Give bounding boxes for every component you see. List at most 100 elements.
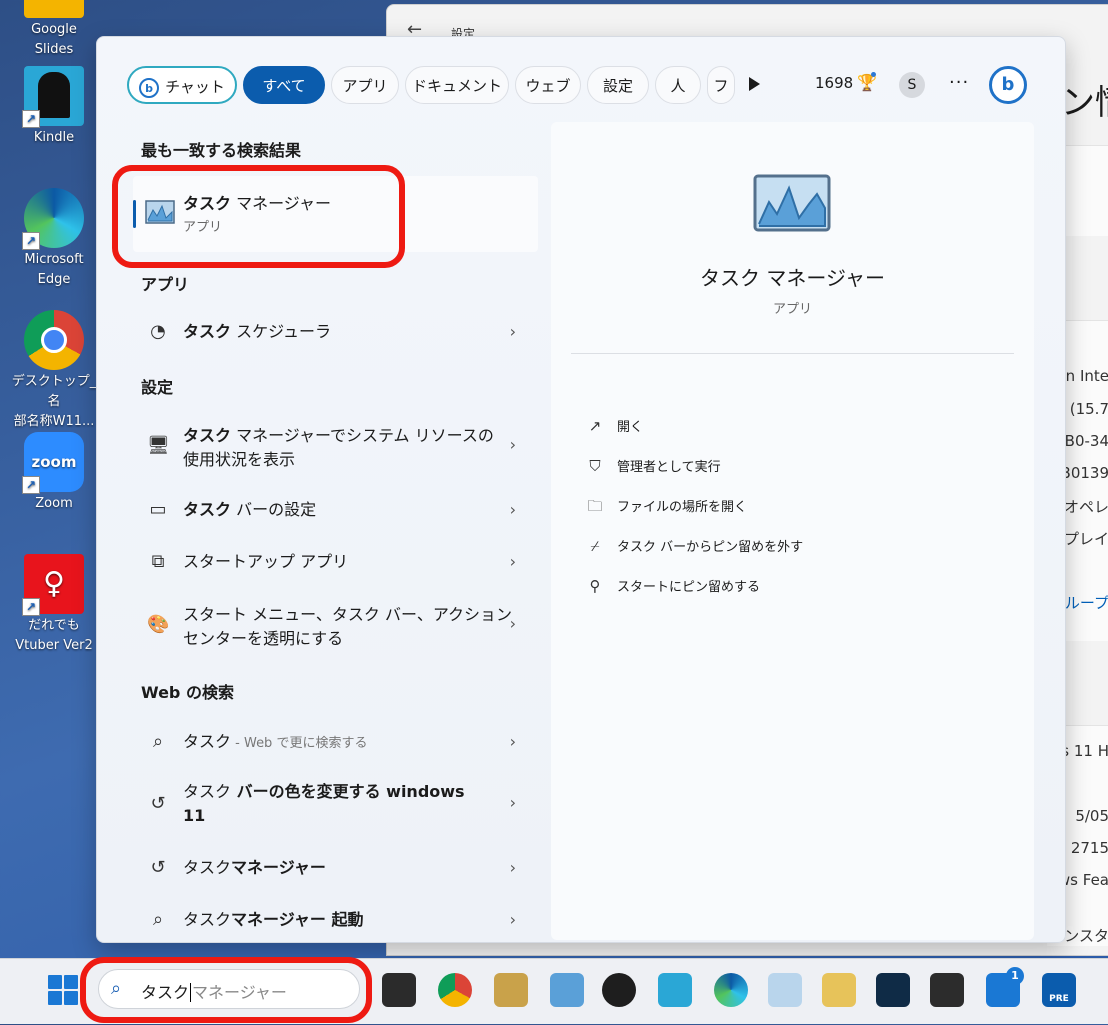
action-unpin-taskbar[interactable]: ⌿ タスク バーからピン留めを外す: [585, 536, 803, 555]
filter-documents[interactable]: ドキュメント: [405, 66, 509, 104]
deepl-icon[interactable]: [876, 973, 910, 1007]
scroll-filters-right-icon[interactable]: [749, 77, 760, 91]
chevron-right-icon: ›: [509, 552, 516, 571]
list-item[interactable]: ⧉ スタートアップ アプリ ›: [133, 547, 538, 579]
list-item-text: スタートアップ アプリ: [183, 550, 348, 574]
list-item-text: タスクマネージャー 起動: [183, 908, 363, 932]
clock-icon: ◔: [150, 321, 166, 342]
query-text: タスク: [183, 858, 232, 877]
action-pin-start[interactable]: ⚲ スタートにピン留めする: [585, 576, 761, 595]
chevron-right-icon: ›: [509, 435, 516, 454]
mail-badge: 1: [1006, 967, 1024, 985]
search-icon: ⌕: [152, 909, 164, 930]
map-app-icon[interactable]: [822, 973, 856, 1007]
davinci-icon[interactable]: [930, 973, 964, 1007]
list-item[interactable]: ↺ タスクマネージャー ›: [133, 853, 538, 885]
search-icon: ⌕: [152, 731, 164, 752]
filter-settings[interactable]: 設定: [587, 66, 649, 104]
more-options-icon[interactable]: ···: [949, 72, 969, 93]
windows-start-icon[interactable]: [48, 975, 78, 1005]
desktop-icon-kindle[interactable]: ↗ Kindle: [8, 66, 100, 148]
list-item-text: タスク バーの色を変更する windows 11: [183, 780, 465, 828]
taskview-icon[interactable]: [382, 973, 416, 1007]
list-item[interactable]: 🖥 タスク マネージャーでシステム リソースの 使用状況を表示 ›: [133, 421, 538, 473]
settings-fragment: B0-34: [1064, 432, 1108, 450]
desktop-icon-label: Microsoft Edge: [24, 252, 84, 287]
desktop-icon-google-slides[interactable]: Google Slides: [8, 0, 100, 60]
list-item[interactable]: ◔ タスク スケジューラ ›: [133, 317, 538, 349]
highlight-annotation: [112, 165, 405, 268]
taskbar-icon: ▭: [149, 499, 167, 520]
chevron-right-icon: ›: [509, 858, 516, 877]
startup-icon: ⧉: [151, 551, 165, 572]
list-item[interactable]: ⌕ タスク - Web で更に検索する ›: [133, 727, 538, 759]
desktop-icon-zoom[interactable]: zoom ↗ Zoom: [8, 432, 100, 514]
folder-icon: 🗀: [587, 497, 603, 515]
list-item[interactable]: ↺ タスク バーの色を変更する windows 11 ›: [133, 779, 538, 831]
shortcut-arrow-icon: ↗: [22, 476, 40, 494]
filter-people[interactable]: 人: [655, 66, 701, 104]
action-open-file-location[interactable]: 🗀 ファイルの場所を開く: [585, 496, 747, 521]
chrome-icon: [24, 310, 84, 370]
divider: [571, 353, 1014, 354]
filter-apps[interactable]: アプリ: [331, 66, 399, 104]
settings-fragment: 5/05: [1075, 807, 1108, 825]
obs-icon[interactable]: [602, 973, 636, 1007]
match-bold: タスク: [183, 500, 232, 519]
control-panel-icon[interactable]: [550, 973, 584, 1007]
chevron-right-icon: ›: [509, 793, 516, 812]
suggestion-line2: 11: [183, 806, 206, 825]
kindle-icon[interactable]: [658, 973, 692, 1007]
chrome-icon[interactable]: [438, 973, 472, 1007]
best-match-header: 最も一致する検索結果: [141, 141, 302, 160]
outlook-icon[interactable]: PRE: [1042, 973, 1076, 1007]
desktop-icon-edge[interactable]: ↗ Microsoft Edge: [8, 188, 100, 290]
action-run-as-admin[interactable]: ⛉ 管理者として実行: [585, 456, 720, 475]
match-line2: 使用状況を表示: [183, 450, 296, 469]
shield-icon: ⛉: [589, 457, 601, 475]
bing-icon[interactable]: b: [989, 66, 1027, 104]
filter-chat[interactable]: b チャット: [127, 66, 237, 104]
match-bold: タスク: [183, 426, 232, 445]
filter-documents-label: ドキュメント: [411, 77, 502, 95]
filter-all-label: すべて: [262, 77, 306, 95]
settings-fragment-link[interactable]: ループ: [1065, 592, 1108, 613]
list-item[interactable]: 🎨 スタート メニュー、タスク バー、アクション センターを透明にする ›: [133, 600, 538, 652]
preview-app-name: タスク マネージャー: [700, 266, 885, 290]
filter-web[interactable]: ウェブ: [515, 66, 581, 104]
history-icon: ↺: [150, 857, 166, 878]
list-item-text: タスク - Web で更に検索する: [183, 730, 367, 756]
unpin-icon: ⌿: [590, 537, 600, 555]
action-open[interactable]: ↗ 開く: [585, 416, 643, 435]
filter-apps-label: アプリ: [342, 77, 388, 95]
mail-icon[interactable]: 1: [986, 967, 1024, 1007]
filter-folders-label: フ: [713, 77, 729, 95]
filter-all[interactable]: すべて: [243, 66, 325, 104]
action-label: スタートにピン留めする: [617, 580, 761, 595]
desktop-icon-label: だれでも Vtuber Ver2: [15, 618, 93, 653]
open-icon: ↗: [588, 417, 602, 435]
query-text: タスク: [183, 910, 232, 929]
list-item-text: タスクマネージャー: [183, 856, 326, 880]
filter-web-label: ウェブ: [525, 77, 571, 95]
desktop-icon-chrome-shortcut[interactable]: デスクトップ_名 部名称W11...: [8, 310, 100, 432]
settings-fragment: B0139: [1060, 464, 1108, 482]
filter-folders[interactable]: フ: [707, 66, 735, 104]
chevron-right-icon: ›: [509, 732, 516, 751]
desktop-icon-label: Google Slides: [31, 22, 77, 57]
zoom-icon: zoom ↗: [22, 432, 84, 494]
avatar[interactable]: S: [899, 72, 925, 98]
monitor-app-icon[interactable]: [494, 973, 528, 1007]
match-rest: スタートアップ アプリ: [183, 552, 349, 571]
desktop-icon-vtuber[interactable]: ♀ ↗ だれでも Vtuber Ver2: [8, 554, 100, 656]
match-rest: マネージャーでシステム リソースの: [231, 426, 494, 445]
action-label: 開く: [617, 420, 644, 435]
list-item[interactable]: ▭ タスク バーの設定 ›: [133, 495, 538, 527]
settings-section-header: 設定: [141, 378, 174, 397]
action-label: ファイルの場所を開く: [617, 500, 748, 515]
suggestion-bold: マネージャー 起動: [231, 910, 364, 929]
suggestion-bold: バーの色を変更する windows: [231, 782, 465, 801]
edge-icon[interactable]: [714, 973, 748, 1007]
list-item[interactable]: ⌕ タスクマネージャー 起動 ›: [133, 905, 538, 937]
task-manager-icon[interactable]: [768, 973, 802, 1007]
